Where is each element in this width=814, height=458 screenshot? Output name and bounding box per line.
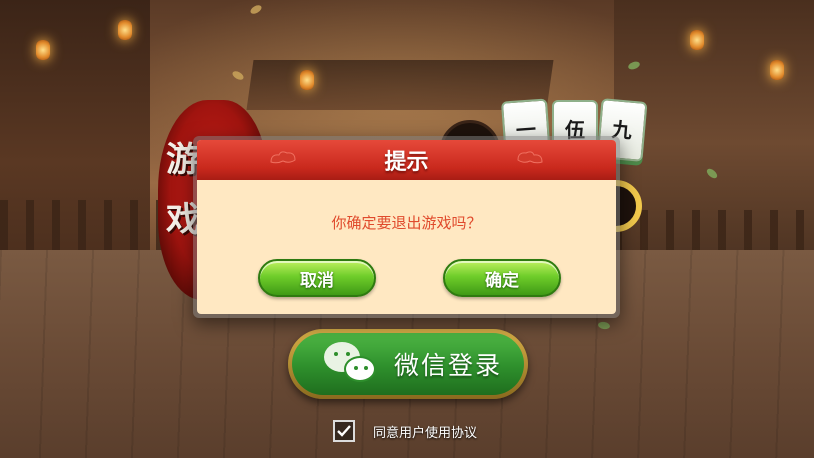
dialog-message: 你确定要退出游戏吗？ — [331, 214, 482, 232]
wechat-login-button[interactable]: 微信登录 — [288, 329, 528, 399]
dialog-header: 提示 — [197, 140, 616, 180]
checkmark-icon — [337, 425, 351, 437]
falling-leaf-icon — [231, 69, 245, 82]
agree-checkbox[interactable] — [333, 420, 355, 442]
confirm-button[interactable]: 确定 — [443, 259, 561, 297]
agreement-row: 同意用户使用协议 — [333, 420, 477, 442]
cloud-ornament-icon — [270, 151, 296, 164]
cloud-ornament-icon — [517, 151, 543, 164]
lantern-icon — [770, 60, 784, 80]
lantern-icon — [36, 40, 50, 60]
agree-label[interactable]: 同意用户使用协议 — [373, 422, 477, 441]
cancel-button[interactable]: 取消 — [258, 259, 376, 297]
wechat-login-button-face[interactable]: 微信登录 — [292, 333, 524, 395]
lantern-icon — [300, 70, 314, 90]
confirm-button-label: 确定 — [485, 270, 519, 291]
lantern-icon — [118, 20, 132, 40]
dialog-title: 提示 — [384, 150, 429, 175]
cancel-button-label: 取消 — [300, 270, 334, 291]
dialog-body: 提示 你确定要退出游戏吗？ 取消 确定 — [197, 140, 616, 314]
lantern-icon — [690, 30, 704, 50]
wechat-icon — [324, 342, 378, 386]
wechat-login-label: 微信登录 — [394, 351, 503, 380]
exit-confirm-dialog: 提示 你确定要退出游戏吗？ 取消 确定 — [193, 136, 620, 318]
falling-leaf-icon — [249, 3, 263, 16]
